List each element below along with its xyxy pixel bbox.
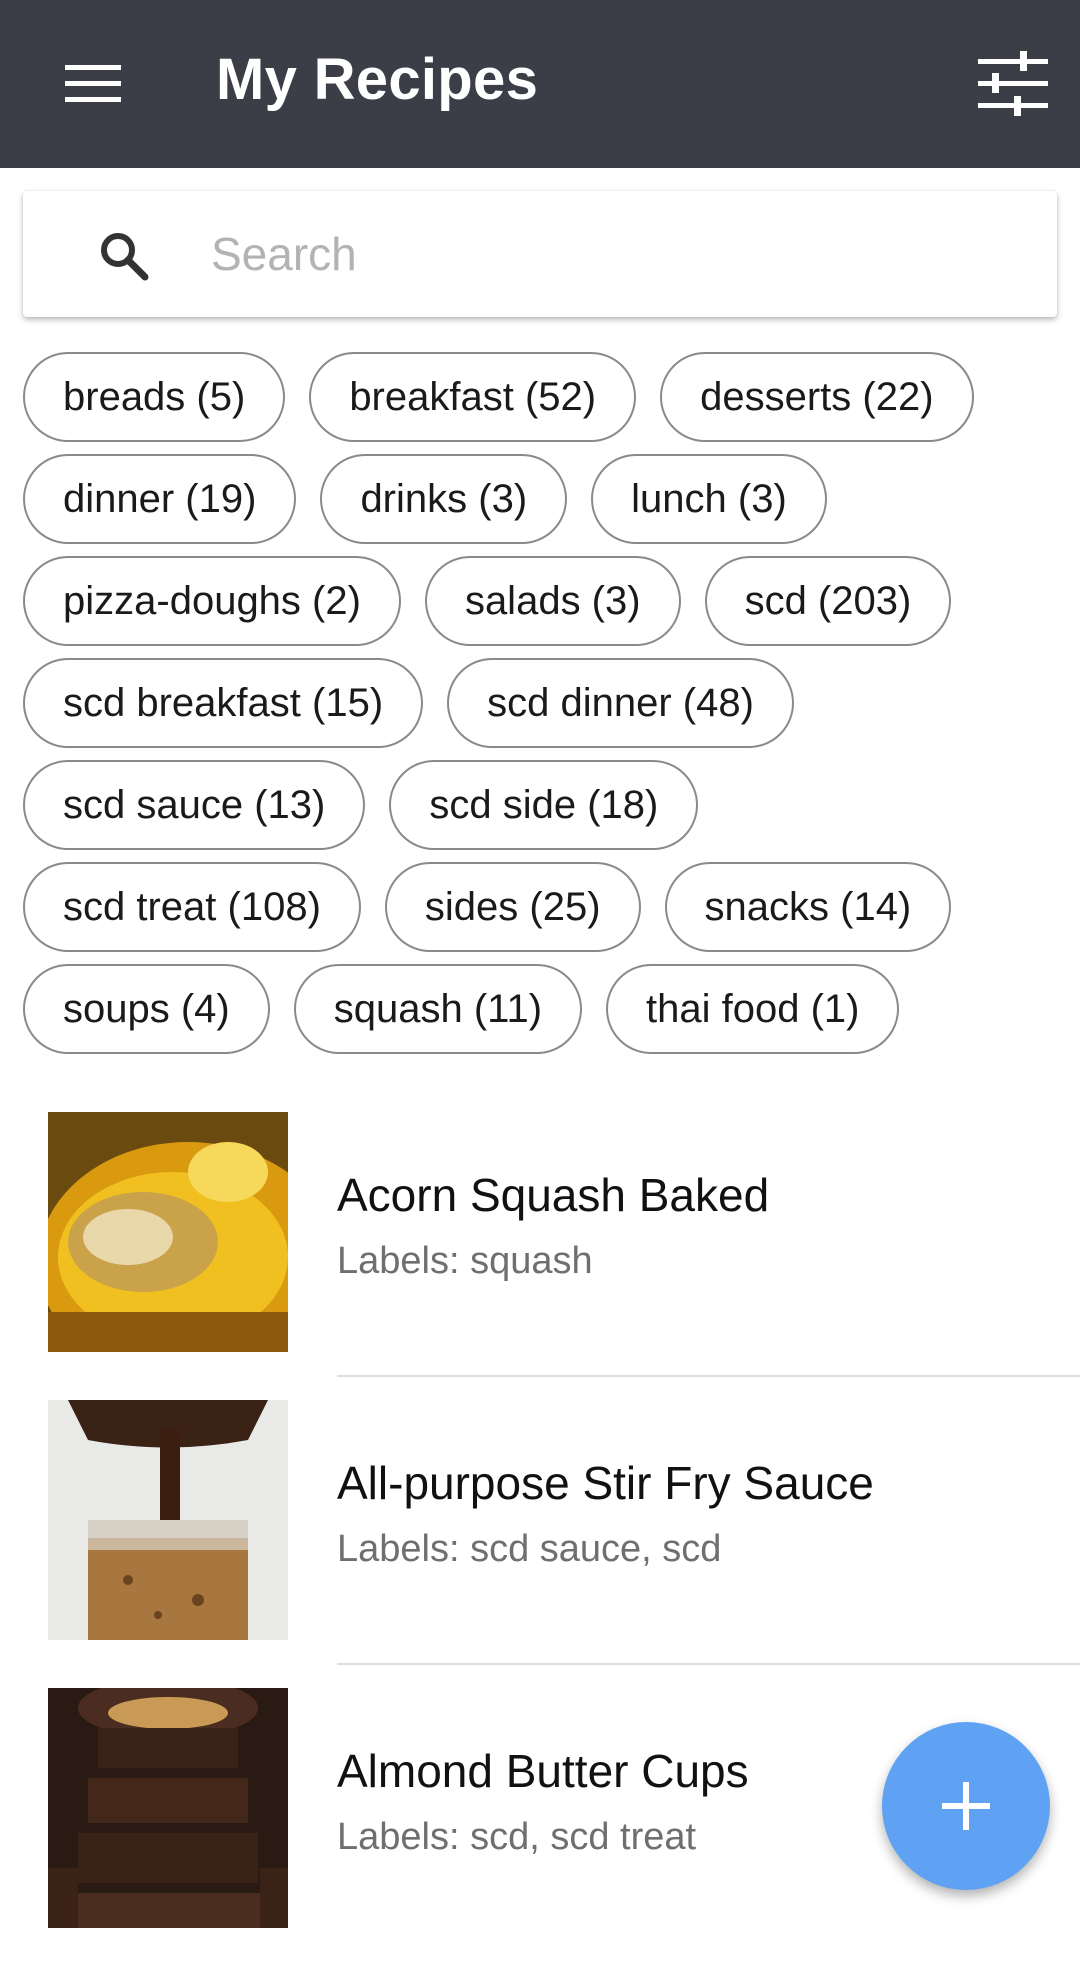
category-chip[interactable]: sides (25) <box>384 862 641 952</box>
category-chip[interactable]: scd breakfast (15) <box>23 658 424 748</box>
category-chip[interactable]: thai food (1) <box>606 964 900 1054</box>
chip-row: pizza-doughs (2) salads (3) scd (203) <box>23 556 1063 646</box>
category-chip[interactable]: breads (5) <box>23 352 286 442</box>
category-chip[interactable]: dinner (19) <box>23 454 297 544</box>
chip-row: breads (5) breakfast (52) desserts (22) <box>23 352 1063 442</box>
category-chip[interactable]: soups (4) <box>23 964 270 1054</box>
add-recipe-button[interactable] <box>882 1722 1050 1890</box>
hamburger-menu-icon <box>65 65 121 102</box>
category-chip[interactable]: scd (203) <box>704 556 952 646</box>
recipe-thumbnail <box>48 1400 288 1640</box>
chip-row: scd treat (108) sides (25) snacks (14) <box>23 862 1063 952</box>
recipe-name: All-purpose Stir Fry Sauce <box>337 1457 874 1509</box>
category-chip[interactable]: salads (3) <box>424 556 681 646</box>
category-chip[interactable]: squash (11) <box>293 964 583 1054</box>
recipe-thumbnail <box>48 1688 288 1928</box>
category-chip[interactable]: breakfast (52) <box>309 352 637 442</box>
search-icon <box>101 233 149 281</box>
app-bar: My Recipes <box>0 0 1080 168</box>
chip-row: scd breakfast (15) scd dinner (48) <box>23 658 1063 748</box>
plus-icon <box>942 1782 990 1830</box>
category-chip[interactable]: pizza-doughs (2) <box>23 556 401 646</box>
category-chip[interactable]: scd sauce (13) <box>23 760 366 850</box>
recipe-name: Acorn Squash Baked <box>337 1169 770 1221</box>
page-title: My Recipes <box>216 47 539 112</box>
chip-row: dinner (19) drinks (3) lunch (3) <box>23 454 1063 544</box>
chip-row: scd sauce (13) scd side (18) <box>23 760 1063 850</box>
filter-button[interactable] <box>970 44 1056 124</box>
category-chip[interactable]: scd side (18) <box>389 760 699 850</box>
category-chip[interactable]: desserts (22) <box>660 352 974 442</box>
search-input[interactable] <box>211 217 1031 291</box>
category-chips: breads (5) breakfast (52) desserts (22) … <box>23 352 1063 1066</box>
recipe-labels: Labels: squash <box>337 1240 593 1282</box>
chip-row: soups (4) squash (11) thai food (1) <box>23 964 1063 1054</box>
recipe-labels: Labels: scd sauce, scd <box>337 1528 722 1570</box>
category-chip[interactable]: drinks (3) <box>320 454 568 544</box>
recipe-labels: Labels: scd, scd treat <box>337 1816 697 1858</box>
menu-button[interactable] <box>54 44 134 124</box>
divider <box>337 1375 1080 1377</box>
recipe-thumbnail <box>48 1112 288 1352</box>
category-chip[interactable]: scd treat (108) <box>23 862 361 952</box>
category-chip[interactable]: snacks (14) <box>664 862 952 952</box>
sliders-filter-icon <box>978 51 1048 116</box>
divider <box>337 1663 1080 1665</box>
category-chip[interactable]: scd dinner (48) <box>447 658 794 748</box>
recipe-list-item[interactable]: Acorn Squash Baked Labels: squash <box>0 1100 1080 1388</box>
recipe-name: Almond Butter Cups <box>337 1745 749 1797</box>
recipe-list-item[interactable]: All-purpose Stir Fry Sauce Labels: scd s… <box>0 1388 1080 1676</box>
search-bar[interactable] <box>23 191 1057 317</box>
category-chip[interactable]: lunch (3) <box>591 454 827 544</box>
